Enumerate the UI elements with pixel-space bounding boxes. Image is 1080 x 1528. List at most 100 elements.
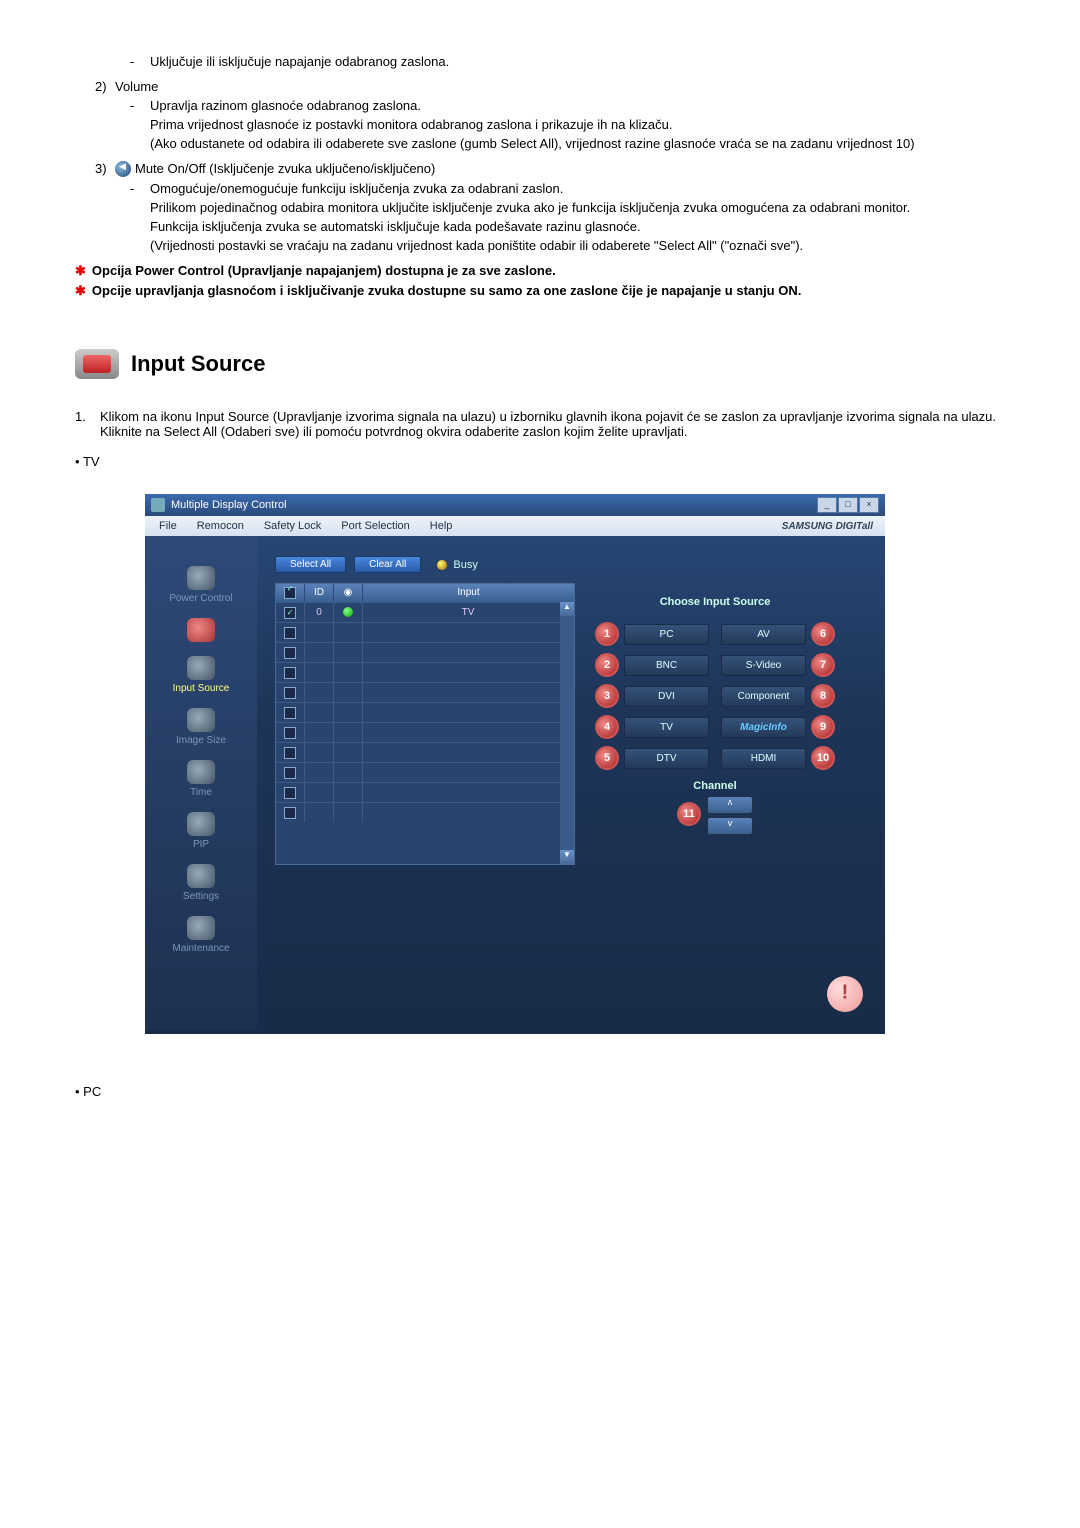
row-checkbox[interactable]	[284, 707, 296, 719]
busy-dot-icon	[437, 560, 447, 570]
sidebar-item-icon[interactable]	[145, 618, 257, 642]
source-button-s-video[interactable]: S-Video	[721, 655, 806, 676]
status-icon	[343, 607, 353, 617]
badge-10: 10	[811, 746, 835, 770]
row-checkbox[interactable]	[284, 607, 296, 619]
table-row[interactable]	[276, 642, 574, 662]
scroll-down-button[interactable]: ▼	[560, 850, 574, 864]
table-row[interactable]	[276, 802, 574, 822]
source-button-hdmi[interactable]: HDMI	[721, 748, 806, 769]
display-table: ID ◉ Input 0 TV ▲ ▼	[275, 583, 575, 865]
clear-all-button[interactable]: Clear All	[354, 556, 421, 573]
col-checkbox[interactable]	[276, 584, 305, 602]
item-title: Mute On/Off (Isključenje zvuka uključeno…	[135, 161, 435, 177]
row-checkbox[interactable]	[284, 687, 296, 699]
source-button-bnc[interactable]: BNC	[624, 655, 709, 676]
star-note: ✱Opcije upravljanja glasnoćom i isključi…	[75, 283, 1020, 299]
star-note: ✱Opcija Power Control (Upravljanje napaj…	[75, 263, 1020, 279]
col-status[interactable]: ◉	[334, 584, 363, 602]
row-id: 0	[305, 602, 334, 622]
channel-up-button[interactable]: ᴧ	[707, 796, 753, 814]
star-icon: ✱	[75, 263, 86, 279]
maximize-button[interactable]: □	[838, 497, 858, 513]
menu-remocon[interactable]: Remocon	[187, 520, 254, 532]
minimize-button[interactable]: _	[817, 497, 837, 513]
source-av: AV6	[721, 622, 835, 646]
item-line: Prilikom pojedinačnog odabira monitora u…	[130, 200, 1020, 215]
vertical-scrollbar[interactable]: ▲ ▼	[560, 602, 574, 864]
bullet-tv: • TV	[75, 454, 1020, 469]
table-row[interactable]	[276, 682, 574, 702]
source-button-magicinfo[interactable]: MagicInfo	[721, 717, 806, 738]
source-button-tv[interactable]: TV	[624, 717, 709, 738]
badge-3: 3	[595, 684, 619, 708]
sidebar-item-pip[interactable]: PIP	[145, 812, 257, 850]
brand-label: SAMSUNG DIGITall	[782, 521, 881, 532]
sidebar-item-time[interactable]: Time	[145, 760, 257, 798]
table-row[interactable]	[276, 722, 574, 742]
power-desc-text: Uključuje ili isključuje napajanje odabr…	[150, 54, 449, 69]
sidebar: Power Control Input Source Image Size Time P…	[145, 536, 257, 1030]
source-bnc: 2BNC	[595, 653, 709, 677]
dash-marker: -	[130, 54, 150, 69]
intro-num: 1.	[75, 409, 100, 439]
sidebar-item-input-source[interactable]: Input Source	[145, 656, 257, 694]
titlebar: Multiple Display Control _ □ ×	[145, 494, 885, 516]
star-icon: ✱	[75, 283, 86, 299]
source-button-pc[interactable]: PC	[624, 624, 709, 645]
row-checkbox[interactable]	[284, 767, 296, 779]
menu-safety-lock[interactable]: Safety Lock	[254, 520, 331, 532]
source-button-component[interactable]: Component	[721, 686, 806, 707]
scroll-up-button[interactable]: ▲	[560, 602, 574, 616]
menu-port-selection[interactable]: Port Selection	[331, 520, 419, 532]
col-id[interactable]: ID	[305, 584, 334, 602]
table-row[interactable]	[276, 662, 574, 682]
sidebar-item-power-control[interactable]: Power Control	[145, 566, 257, 604]
section-title: Input Source	[131, 351, 265, 377]
item-line: (Ako odustanete od odabira ili odaberete…	[130, 136, 1020, 151]
table-row[interactable]	[276, 622, 574, 642]
sidebar-item-image-size[interactable]: Image Size	[145, 708, 257, 746]
select-all-button[interactable]: Select All	[275, 556, 346, 573]
source-button-dtv[interactable]: DTV	[624, 748, 709, 769]
app-window: Multiple Display Control _ □ × FileRemoc…	[145, 494, 885, 1034]
sidebar-item-maintenance[interactable]: Maintenance	[145, 916, 257, 954]
list-item: 2)Volume	[95, 79, 1020, 94]
row-checkbox[interactable]	[284, 787, 296, 799]
badge-9: 9	[811, 715, 835, 739]
row-checkbox[interactable]	[284, 807, 296, 819]
item-line: Funkcija isključenja zvuka se automatski…	[130, 219, 1020, 234]
bullet-pc: • PC	[75, 1084, 1020, 1099]
col-input[interactable]: Input	[363, 584, 574, 602]
intro-text-1: Klikom na ikonu Input Source (Upravljanj…	[100, 409, 996, 424]
item-line: -Upravlja razinom glasnoće odabranog zas…	[130, 98, 1020, 113]
badge-1: 1	[595, 622, 619, 646]
table-row[interactable]	[276, 702, 574, 722]
source-button-av[interactable]: AV	[721, 624, 806, 645]
row-checkbox[interactable]	[284, 667, 296, 679]
menubar: FileRemoconSafety LockPort SelectionHelp…	[145, 516, 885, 536]
badge-4: 4	[595, 715, 619, 739]
source-s-video: S-Video7	[721, 653, 835, 677]
mute-icon	[115, 161, 131, 177]
table-row[interactable]: 0 TV	[276, 602, 574, 622]
source-component: Component8	[721, 684, 835, 708]
badge-5: 5	[595, 746, 619, 770]
info-icon[interactable]	[827, 976, 863, 1012]
sidebar-item-settings[interactable]: Settings	[145, 864, 257, 902]
table-row[interactable]	[276, 742, 574, 762]
choose-source-title: Choose Input Source	[595, 596, 835, 608]
source-button-dvi[interactable]: DVI	[624, 686, 709, 707]
row-checkbox[interactable]	[284, 747, 296, 759]
menu-file[interactable]: File	[149, 520, 187, 532]
row-checkbox[interactable]	[284, 727, 296, 739]
channel-badge-11: 11	[677, 802, 701, 826]
row-checkbox[interactable]	[284, 647, 296, 659]
channel-down-button[interactable]: ᴠ	[707, 817, 753, 835]
row-checkbox[interactable]	[284, 627, 296, 639]
table-row[interactable]	[276, 782, 574, 802]
table-row[interactable]	[276, 762, 574, 782]
close-button[interactable]: ×	[859, 497, 879, 513]
menu-help[interactable]: Help	[420, 520, 463, 532]
channel-label: Channel	[595, 780, 835, 792]
